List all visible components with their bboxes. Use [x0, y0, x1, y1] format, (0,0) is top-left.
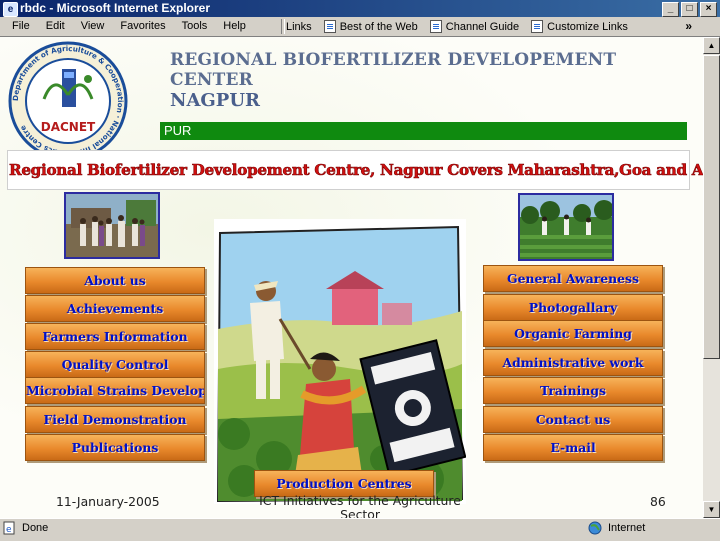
toolbar-separator [281, 19, 285, 34]
link-label: Best of the Web [339, 20, 418, 33]
close-button[interactable]: × [700, 2, 717, 17]
nav-trainings[interactable]: Trainings [483, 377, 663, 404]
logo-text: DACNET [41, 120, 96, 134]
window-title: rbdc - Microsoft Internet Explorer [20, 1, 211, 15]
footer-date: 11-January-2005 [56, 494, 160, 509]
scroll-thumb[interactable] [703, 55, 720, 359]
page-icon [323, 20, 336, 33]
nav-contact-us[interactable]: Contact us [483, 406, 663, 433]
nav-administrative-work[interactable]: Administrative work [483, 349, 663, 376]
globe-icon [588, 521, 602, 535]
dacnet-logo: Department of Agriculture & Cooperation … [8, 41, 128, 161]
status-text: Done [22, 522, 49, 534]
menu-help[interactable]: Help [215, 17, 254, 36]
nav-quality-control[interactable]: Quality Control [25, 351, 205, 378]
vertical-scrollbar[interactable]: ▲ ▼ [703, 37, 720, 518]
zone-text: Internet [608, 522, 646, 534]
svg-text:e: e [6, 525, 12, 535]
farmers-illustration [214, 219, 466, 504]
link-label: Customize Links [547, 20, 628, 33]
page-title: REGIONAL BIOFERTILIZER DEVELOPEMENT CENT… [170, 50, 617, 90]
minimize-button[interactable]: _ [662, 2, 679, 17]
links-bar: Links Best of the Web Channel Guide Cust… [286, 17, 640, 36]
nav-microbial-strains[interactable]: Microbial Strains Developed [25, 377, 205, 404]
nav-email[interactable]: E-mail [483, 434, 663, 461]
nav-farmers-information[interactable]: Farmers Information [25, 323, 205, 350]
crop-field-photo [518, 193, 614, 261]
web-page: Department of Agriculture & Cooperation … [0, 37, 703, 518]
page-subtitle: NAGPUR [170, 90, 260, 111]
title-bar: e rbdc - Microsoft Internet Explorer _ □… [0, 0, 720, 17]
coverage-banner: Regional Biofertilizer Developement Cent… [7, 150, 703, 190]
menu-favorites[interactable]: Favorites [112, 17, 173, 36]
page-icon [531, 20, 544, 33]
field-visit-photo [64, 192, 160, 259]
status-bar: e Done Internet [0, 518, 720, 541]
nav-photogallary[interactable]: Photogallary [483, 294, 663, 321]
scroll-up-icon[interactable]: ▲ [703, 37, 720, 54]
nav-achievements[interactable]: Achievements [25, 295, 205, 322]
nav-about-us[interactable]: About us [25, 267, 205, 294]
page-icon [429, 20, 442, 33]
footer-title: ICT Initiatives for the Agriculture Sect… [259, 493, 461, 519]
link-label: Channel Guide [445, 20, 520, 33]
menu-view[interactable]: View [73, 17, 113, 36]
nav-organic-farming[interactable]: Organic Farming [483, 320, 663, 347]
scrolling-marquee: PUR [160, 122, 687, 140]
nav-field-demonstration[interactable]: Field Demonstration [25, 406, 205, 433]
links-label: Links [286, 20, 312, 33]
menu-edit[interactable]: Edit [38, 17, 73, 36]
link-channel-guide[interactable]: Channel Guide [429, 20, 520, 33]
nav-publications[interactable]: Publications [25, 434, 205, 461]
menu-tools[interactable]: Tools [174, 17, 216, 36]
menu-file[interactable]: File [4, 17, 38, 36]
nav-general-awareness[interactable]: General Awareness [483, 265, 663, 292]
maximize-button[interactable]: □ [681, 2, 698, 17]
link-best-of-the-web[interactable]: Best of the Web [323, 20, 418, 33]
menu-bar: File Edit View Favorites Tools Help Link… [0, 17, 720, 37]
footer-page-number: 86 [650, 494, 666, 509]
scroll-down-icon[interactable]: ▼ [703, 501, 720, 518]
banner-text: Regional Biofertilizer Developement Cent… [9, 161, 703, 180]
chevron-right-icon[interactable]: » [685, 17, 692, 36]
page-done-icon: e [3, 521, 15, 535]
link-customize-links[interactable]: Customize Links [531, 20, 628, 33]
ie-icon: e [3, 2, 18, 17]
